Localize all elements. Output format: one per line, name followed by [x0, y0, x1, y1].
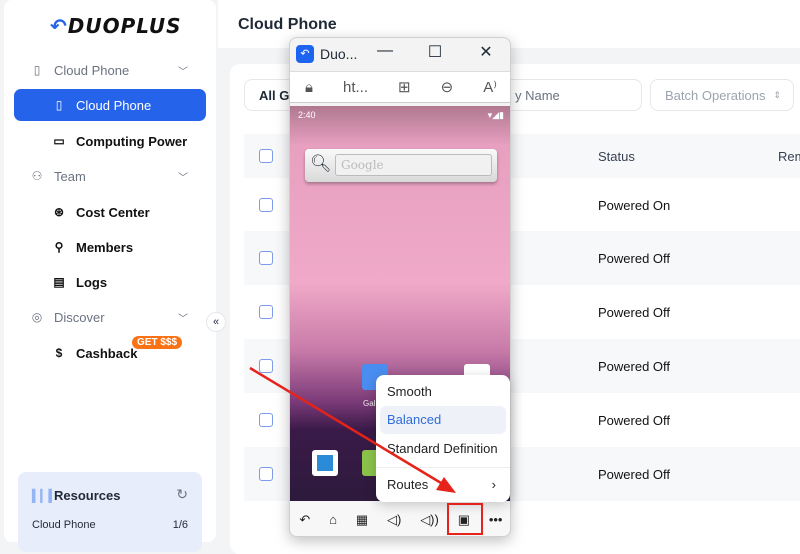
nav-label: Cost Center [76, 204, 150, 220]
row-checkbox[interactable] [259, 467, 273, 481]
add-tab-icon[interactable]: ⊞ [398, 78, 411, 96]
row-checkbox[interactable] [259, 413, 273, 427]
nav-item-cloud-phone[interactable]: ▯ Cloud Phone [14, 89, 206, 121]
window-titlebar[interactable]: ↶ Duo... — ☐ ✕ [290, 38, 510, 70]
chevron-updown-icon: ⇕ [773, 89, 781, 100]
magnifier-icon: 🔍︎ [310, 154, 332, 173]
menu-item-smooth[interactable]: Smooth [380, 378, 506, 406]
search-placeholder: y Name [515, 87, 560, 103]
chevron-right-icon: › [491, 477, 496, 492]
compass-icon: ◎ [31, 310, 43, 324]
nav-item-cashback[interactable]: $ Cashback [4, 337, 216, 369]
status-cell: Powered Off [598, 305, 671, 320]
highlight-box [447, 503, 483, 535]
duoplus-logo: ↶DUOPLUS [50, 14, 182, 38]
more-icon[interactable]: ••• [489, 512, 503, 527]
close-button[interactable]: ✕ [471, 42, 501, 62]
volume-down-icon[interactable]: ◁) [387, 512, 401, 528]
nav-label: Team [54, 168, 86, 184]
home-icon[interactable]: ⌂ [329, 512, 337, 527]
monitor-icon: ▭ [53, 134, 65, 148]
nav-label: Cashback [76, 345, 138, 361]
bar-chart-icon: ▍▎▍ [32, 489, 58, 503]
chevron-down-icon: ﹀ [178, 172, 188, 184]
nav-item-members[interactable]: ⚲ Members [4, 231, 216, 263]
phone-icon: ▯ [55, 98, 63, 112]
menu-item-balanced[interactable]: Balanced [380, 406, 506, 434]
batch-label: Batch Operations [665, 87, 766, 103]
users-icon: ⚇ [31, 169, 43, 183]
lock-icon[interactable]: 🔒︎ [305, 79, 313, 96]
logo-text: DUOPLUS [67, 14, 182, 38]
signal-icons: ▾◢▮ [487, 110, 504, 120]
volume-up-icon[interactable]: ◁)) [420, 512, 439, 528]
page-title: Cloud Phone [238, 16, 337, 33]
chevron-down-icon: ﹀ [178, 66, 188, 78]
dollar-icon: $ [55, 346, 63, 360]
google-search-widget[interactable]: 🔍︎ Google [305, 149, 497, 182]
sidebar: ↶DUOPLUS ▯ Cloud Phone ﹀ ▯ Cloud Phone ▭ Com… [4, 0, 216, 542]
url-field[interactable]: ht... [343, 79, 368, 96]
select-all-checkbox[interactable] [259, 149, 273, 163]
status-cell: Powered On [598, 198, 671, 213]
resources-panel: ▍▎▍ Resources ↻ Cloud Phone 1/6 [18, 472, 202, 552]
resources-title: Resources [54, 488, 121, 503]
resource-label: Cloud Phone [32, 519, 96, 531]
remark-header: Rem [778, 149, 800, 164]
nav-label: Cloud Phone [76, 97, 152, 113]
nav-item-logs[interactable]: ▤ Logs [4, 266, 216, 298]
menu-item-routes[interactable]: Routes › [380, 471, 506, 499]
resource-value: 1/6 [172, 519, 188, 531]
back-icon[interactable]: ↶ [299, 512, 310, 528]
nav-group-discover[interactable]: ◎ Discover ﹀ [4, 301, 216, 333]
app-icon: ↶ [296, 45, 314, 63]
status-cell: Powered Off [598, 251, 671, 266]
collapse-sidebar-button[interactable]: « [206, 312, 226, 332]
status-cell: Powered Off [598, 467, 671, 482]
routes-label: Routes [387, 477, 429, 492]
status-bar: 2:40 ▾◢▮ [298, 110, 504, 121]
nav-group-cloud-phone[interactable]: ▯ Cloud Phone ﹀ [4, 54, 216, 86]
nav-label: Discover [54, 309, 105, 325]
nav-item-computing-power[interactable]: ▭ Computing Power [4, 125, 216, 157]
nav-label: Computing Power [76, 133, 188, 149]
google-search-input[interactable]: Google [335, 154, 492, 176]
menu-item-standard-definition[interactable]: Standard Definition [380, 435, 506, 463]
batch-operations-select[interactable]: Batch Operations ⇕ [650, 79, 794, 111]
row-checkbox[interactable] [259, 305, 273, 319]
status-header: Status [598, 149, 635, 164]
menu-divider [376, 467, 510, 468]
nav-group-team[interactable]: ⚇ Team ﹀ [4, 160, 216, 192]
dollar-circle-icon: ⊛ [53, 205, 65, 219]
row-checkbox[interactable] [259, 251, 273, 265]
contacts-app-icon[interactable] [312, 450, 338, 476]
nav-label: Members [76, 239, 134, 255]
row-checkbox[interactable] [259, 359, 273, 373]
minimize-button[interactable]: — [370, 42, 400, 60]
document-icon: ▤ [53, 275, 65, 289]
nav-item-cost-center[interactable]: ⊛ Cost Center [4, 196, 216, 228]
refresh-icon[interactable]: ↻ [176, 486, 188, 503]
window-title: Duo... [320, 46, 358, 62]
apps-grid-icon[interactable]: ▦ [356, 512, 368, 528]
read-aloud-icon[interactable]: A⁾ [483, 78, 497, 96]
browser-toolbar: 🔒︎ ht... ⊞ ⊖ A⁾ [290, 71, 510, 103]
nav-label: Cloud Phone [54, 62, 130, 78]
quality-menu: Smooth Balanced Standard Definition Rout… [376, 375, 510, 502]
clock: 2:40 [298, 110, 316, 120]
nav-label: Logs [76, 274, 108, 290]
chevron-down-icon: ﹀ [178, 313, 188, 325]
status-cell: Powered Off [598, 413, 671, 428]
zoom-out-icon[interactable]: ⊖ [441, 78, 454, 96]
cashback-badge: GET $$$ [132, 336, 183, 349]
maximize-button[interactable]: ☐ [420, 42, 450, 62]
phone-icon: ▯ [33, 63, 41, 77]
status-cell: Powered Off [598, 359, 671, 374]
row-checkbox[interactable] [259, 198, 273, 212]
members-icon: ⚲ [54, 240, 64, 254]
